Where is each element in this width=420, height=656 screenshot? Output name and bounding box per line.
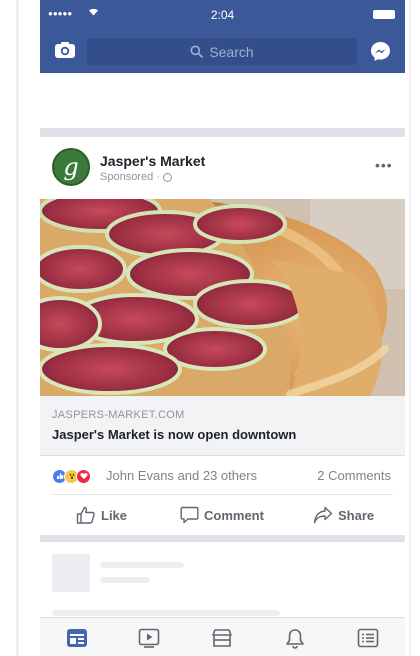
messenger-icon[interactable] xyxy=(370,41,391,62)
composer-area[interactable] xyxy=(40,73,405,128)
search-bar[interactable]: Search xyxy=(87,38,357,65)
like-label: Like xyxy=(101,507,128,523)
placeholder-line xyxy=(100,562,184,568)
love-reaction-icon xyxy=(76,468,91,484)
divider xyxy=(52,494,393,495)
link-headline: Jasper's Market is now open downtown xyxy=(52,427,297,442)
more-options-icon[interactable]: ••• xyxy=(375,157,393,173)
device-edge-left xyxy=(16,0,19,656)
reaction-icons[interactable] xyxy=(52,468,91,484)
link-preview[interactable]: JASPERS-MARKET.COM Jasper's Market is no… xyxy=(40,396,405,456)
camera-icon[interactable] xyxy=(54,41,76,59)
battery-icon xyxy=(373,10,395,19)
marketplace-icon[interactable] xyxy=(210,626,234,650)
post-actions: Like Comment Share xyxy=(40,501,405,529)
globe-icon xyxy=(162,172,172,182)
page-avatar[interactable]: g xyxy=(52,148,90,186)
placeholder-line xyxy=(100,577,150,583)
thumbs-up-icon xyxy=(76,506,95,524)
loading-post-placeholder xyxy=(40,542,405,617)
phone-screen: ●●●●● 2:04 Search g Jasper's Market Spon… xyxy=(40,0,405,656)
page-name[interactable]: Jasper's Market xyxy=(100,153,205,169)
search-icon xyxy=(190,45,204,58)
status-bar: ●●●●● 2:04 xyxy=(40,8,405,24)
share-icon xyxy=(313,506,333,524)
device-bezel-left xyxy=(0,0,40,656)
post-photo[interactable] xyxy=(40,199,405,396)
link-domain: JASPERS-MARKET.COM xyxy=(52,409,185,421)
menu-icon[interactable] xyxy=(356,626,380,650)
comment-button[interactable]: Comment xyxy=(180,501,264,529)
sponsored-text: Sponsored · xyxy=(100,171,160,183)
share-label: Share xyxy=(338,507,375,523)
like-button[interactable]: Like xyxy=(76,501,127,529)
comment-label: Comment xyxy=(204,507,264,523)
video-icon[interactable] xyxy=(137,626,161,650)
device-bezel-right xyxy=(405,0,420,656)
sponsored-post: g Jasper's Market Sponsored · ••• JASPER… xyxy=(40,137,405,535)
status-time: 2:04 xyxy=(210,8,235,22)
reactors-text[interactable]: John Evans and 23 others xyxy=(106,468,257,483)
news-feed-icon[interactable] xyxy=(65,626,89,650)
placeholder-line xyxy=(52,610,280,616)
search-placeholder: Search xyxy=(209,43,254,60)
device-edge-right xyxy=(409,0,411,656)
comments-count[interactable]: 2 Comments xyxy=(317,468,391,483)
share-button[interactable]: Share xyxy=(313,501,374,529)
placeholder-avatar xyxy=(52,554,90,592)
notifications-icon[interactable] xyxy=(283,626,307,650)
sponsored-label: Sponsored · xyxy=(100,171,172,183)
top-navigation-bar: ●●●●● 2:04 Search xyxy=(40,0,405,73)
comment-icon xyxy=(180,506,199,524)
bottom-tab-bar xyxy=(40,617,405,656)
